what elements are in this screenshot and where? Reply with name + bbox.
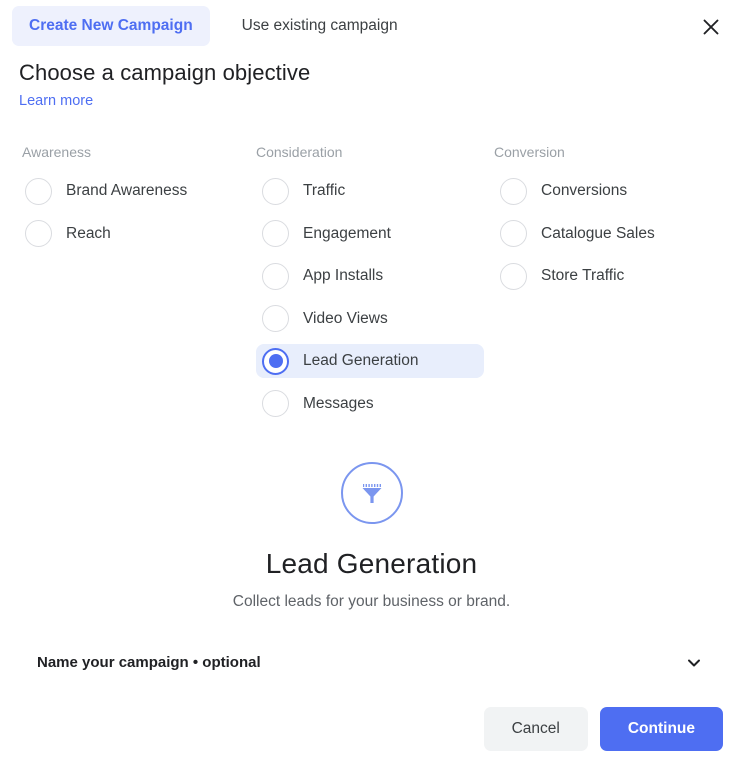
column-title-awareness: Awareness bbox=[22, 144, 92, 160]
column-title-conversion: Conversion bbox=[494, 144, 565, 160]
objective-option-traffic[interactable]: Traffic bbox=[256, 174, 436, 208]
radio-icon[interactable] bbox=[25, 220, 52, 247]
objective-column-consideration: Consideration Traffic Engagement App Ins… bbox=[256, 144, 494, 429]
radio-icon[interactable] bbox=[262, 262, 289, 290]
objective-option-label: Traffic bbox=[303, 182, 346, 199]
objective-option-app-installs[interactable]: App Installs bbox=[256, 259, 436, 293]
objective-option-conversions[interactable]: Conversions bbox=[494, 174, 674, 208]
campaign-name-section[interactable]: Name your campaign • optional bbox=[0, 640, 743, 684]
objective-option-store-traffic[interactable]: Store Traffic bbox=[494, 259, 674, 293]
radio-icon[interactable] bbox=[262, 390, 289, 417]
objective-option-label: Lead Generation bbox=[303, 352, 419, 369]
dialog-tabbar: Create New Campaign Use existing campaig… bbox=[0, 0, 743, 52]
learn-more-link[interactable]: Learn more bbox=[19, 93, 93, 109]
objective-option-lead-generation[interactable]: Lead Generation bbox=[256, 344, 484, 378]
selected-objective-summary: Lead Generation Collect leads for your b… bbox=[0, 462, 743, 611]
objective-option-label: Video Views bbox=[303, 309, 388, 327]
radio-icon[interactable] bbox=[262, 177, 289, 205]
objective-columns: Awareness Brand Awareness Reach Consider… bbox=[0, 144, 743, 429]
radio-icon[interactable] bbox=[500, 177, 527, 205]
radio-icon[interactable] bbox=[262, 305, 289, 332]
tab-use-existing-campaign-label: Use existing campaign bbox=[241, 17, 398, 35]
objective-option-label: Brand Awareness bbox=[66, 182, 188, 199]
objective-option-video-views[interactable]: Video Views bbox=[256, 302, 436, 336]
dialog-footer: Cancel Continue bbox=[483, 707, 723, 751]
objective-option-label: Conversions bbox=[541, 182, 628, 199]
objective-column-awareness: Awareness Brand Awareness Reach bbox=[0, 144, 256, 429]
campaign-name-label: Name your campaign • optional bbox=[37, 653, 261, 671]
objective-option-label: Engagement bbox=[303, 224, 391, 242]
column-title-consideration: Consideration bbox=[256, 144, 343, 160]
radio-icon[interactable] bbox=[262, 220, 289, 247]
chevron-down-icon[interactable] bbox=[683, 652, 705, 674]
tab-create-new-campaign-label: Create New Campaign bbox=[29, 17, 193, 35]
funnel-icon bbox=[340, 462, 403, 524]
objective-option-brand-awareness[interactable]: Brand Awareness bbox=[19, 174, 199, 208]
objective-option-label: Reach bbox=[66, 224, 111, 242]
objective-option-label: Messages bbox=[303, 394, 374, 412]
tab-create-new-campaign[interactable]: Create New Campaign bbox=[12, 6, 210, 46]
objective-option-label: Catalogue Sales bbox=[541, 224, 655, 242]
radio-icon[interactable] bbox=[500, 220, 527, 247]
page-title: Choose a campaign objective bbox=[19, 60, 311, 85]
objective-option-catalogue-sales[interactable]: Catalogue Sales bbox=[494, 217, 674, 251]
objective-option-label: App Installs bbox=[303, 267, 384, 284]
radio-icon[interactable] bbox=[500, 262, 527, 290]
objective-option-label: Store Traffic bbox=[541, 267, 625, 284]
radio-icon[interactable] bbox=[25, 177, 52, 205]
objective-option-reach[interactable]: Reach bbox=[19, 217, 199, 251]
selected-objective-title: Lead Generation bbox=[265, 548, 478, 579]
selected-objective-description: Collect leads for your business or brand… bbox=[232, 593, 511, 610]
continue-button[interactable]: Continue bbox=[599, 707, 723, 751]
close-icon[interactable] bbox=[696, 12, 726, 42]
radio-icon-selected[interactable] bbox=[262, 347, 289, 375]
objective-option-messages[interactable]: Messages bbox=[256, 387, 436, 421]
cancel-button[interactable]: Cancel bbox=[483, 707, 588, 751]
objective-option-engagement[interactable]: Engagement bbox=[256, 217, 436, 251]
objective-column-conversion: Conversion Conversions Catalogue Sales S… bbox=[494, 144, 743, 429]
tab-use-existing-campaign[interactable]: Use existing campaign bbox=[236, 6, 404, 46]
